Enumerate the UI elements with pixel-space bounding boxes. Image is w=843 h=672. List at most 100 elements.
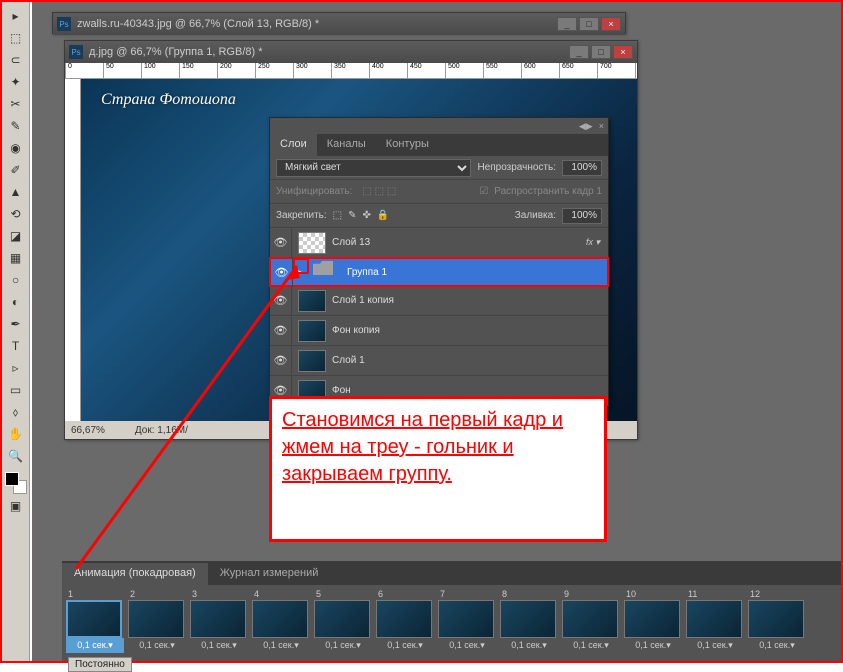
animation-frame[interactable]: 80,1 сек.▾ xyxy=(500,589,558,653)
loop-select[interactable]: Постоянно xyxy=(68,657,132,672)
frame-delay[interactable]: 0,1 сек.▾ xyxy=(438,638,496,653)
minimize-button[interactable]: _ xyxy=(569,45,589,59)
layer-name[interactable]: Фон xyxy=(332,385,608,396)
dodge-tool[interactable]: ◐ xyxy=(5,292,27,312)
lock-all-icon[interactable]: 🔒 xyxy=(377,210,389,221)
visibility-icon[interactable]: 👁 xyxy=(270,228,292,258)
frame-thumbnail[interactable] xyxy=(562,600,618,638)
animation-frame[interactable]: 110,1 сек.▾ xyxy=(686,589,744,653)
layer-row[interactable]: 👁 Слой 1 xyxy=(270,346,608,376)
layer-row[interactable]: 👁▸Группа 1 xyxy=(269,257,609,287)
lock-transparency-icon[interactable]: ⬚ xyxy=(333,210,342,221)
frame-thumbnail[interactable] xyxy=(438,600,494,638)
tab-paths[interactable]: Контуры xyxy=(376,134,439,156)
hand-tool[interactable]: ✋ xyxy=(5,424,27,444)
brush-tool[interactable]: ✐ xyxy=(5,160,27,180)
crop-tool[interactable]: ✂ xyxy=(5,94,27,114)
frame-delay[interactable]: 0,1 сек.▾ xyxy=(66,638,124,653)
frame-delay[interactable]: 0,1 сек.▾ xyxy=(190,638,248,653)
panel-collapse-icon[interactable]: ◀▶ xyxy=(579,121,593,132)
gradient-tool[interactable]: ▦ xyxy=(5,248,27,268)
layer-row[interactable]: 👁 Слой 13fx ▾ xyxy=(270,228,608,258)
pen-tool[interactable]: ✒ xyxy=(5,314,27,334)
frame-delay[interactable]: 0,1 сек.▾ xyxy=(314,638,372,653)
frame-thumbnail[interactable] xyxy=(376,600,432,638)
lasso-tool[interactable]: ⊂ xyxy=(5,50,27,70)
animation-frame[interactable]: 100,1 сек.▾ xyxy=(624,589,682,653)
folder-icon[interactable] xyxy=(313,261,341,283)
visibility-icon[interactable]: 👁 xyxy=(271,257,293,287)
layer-row[interactable]: 👁 Фон копия xyxy=(270,316,608,346)
animation-frame[interactable]: 70,1 сек.▾ xyxy=(438,589,496,653)
fx-icon[interactable]: fx ▾ xyxy=(586,237,608,248)
frame-delay[interactable]: 0,1 сек.▾ xyxy=(376,638,434,653)
animation-frame[interactable]: 40,1 сек.▾ xyxy=(252,589,310,653)
tab-measurement[interactable]: Журнал измерений xyxy=(208,563,331,585)
path-tool[interactable]: ▹ xyxy=(5,358,27,378)
quickmask-tool[interactable]: ▣ xyxy=(5,496,27,516)
fill-input[interactable] xyxy=(562,208,602,224)
frame-delay[interactable]: 0,1 сек.▾ xyxy=(252,638,310,653)
doc2-titlebar[interactable]: Ps д.jpg @ 66,7% (Группа 1, RGB/8) * _ □… xyxy=(65,41,637,63)
frame-delay[interactable]: 0,1 сек.▾ xyxy=(562,638,620,653)
animation-frame[interactable]: 120,1 сек.▾ xyxy=(748,589,806,653)
zoom-tool[interactable]: 🔍 xyxy=(5,446,27,466)
layer-thumbnail[interactable] xyxy=(298,320,326,342)
move-tool[interactable]: ▸ xyxy=(5,6,27,26)
tab-layers[interactable]: Слои xyxy=(270,134,317,156)
close-button[interactable]: × xyxy=(601,17,621,31)
blur-tool[interactable]: ○ xyxy=(5,270,27,290)
visibility-icon[interactable]: 👁 xyxy=(270,316,292,346)
shape-tool[interactable]: ▭ xyxy=(5,380,27,400)
animation-frame[interactable]: 20,1 сек.▾ xyxy=(128,589,186,653)
tab-animation[interactable]: Анимация (покадровая) xyxy=(62,563,208,585)
animation-frame[interactable]: 50,1 сек.▾ xyxy=(314,589,372,653)
eraser-tool[interactable]: ◪ xyxy=(5,226,27,246)
opacity-input[interactable] xyxy=(562,160,602,176)
layer-thumbnail[interactable] xyxy=(298,232,326,254)
stamp-tool[interactable]: ▲ xyxy=(5,182,27,202)
layer-name[interactable]: Слой 13 xyxy=(332,237,586,248)
unify-icon[interactable]: ⬚ ⬚ ⬚ xyxy=(362,186,396,197)
animation-frame[interactable]: 30,1 сек.▾ xyxy=(190,589,248,653)
frame-thumbnail[interactable] xyxy=(190,600,246,638)
history-tool[interactable]: ⟲ xyxy=(5,204,27,224)
wand-tool[interactable]: ✦ xyxy=(5,72,27,92)
color-swatches[interactable] xyxy=(5,472,27,494)
frame-thumbnail[interactable] xyxy=(686,600,742,638)
tab-channels[interactable]: Каналы xyxy=(317,134,376,156)
layer-row[interactable]: 👁 Слой 1 копия xyxy=(270,286,608,316)
minimize-button[interactable]: _ xyxy=(557,17,577,31)
layer-name[interactable]: Группа 1 xyxy=(347,267,607,278)
zoom-level[interactable]: 66,67% xyxy=(71,425,105,436)
eyedrop-tool[interactable]: ✎ xyxy=(5,116,27,136)
frame-delay[interactable]: 0,1 сек.▾ xyxy=(686,638,744,653)
frame-thumbnail[interactable] xyxy=(500,600,556,638)
layer-thumbnail[interactable] xyxy=(298,290,326,312)
frame-delay[interactable]: 0,1 сек.▾ xyxy=(748,638,806,653)
layer-name[interactable]: Слой 1 xyxy=(332,355,608,366)
frame-thumbnail[interactable] xyxy=(748,600,804,638)
layer-name[interactable]: Слой 1 копия xyxy=(332,295,608,306)
frame-thumbnail[interactable] xyxy=(66,600,122,638)
animation-frame[interactable]: 10,1 сек.▾ xyxy=(66,589,124,653)
frame-thumbnail[interactable] xyxy=(314,600,370,638)
doc1-titlebar[interactable]: Ps zwalls.ru-40343.jpg @ 66,7% (Слой 13,… xyxy=(53,13,625,35)
3d-tool[interactable]: ⬨ xyxy=(5,402,27,422)
animation-frame[interactable]: 60,1 сек.▾ xyxy=(376,589,434,653)
panel-close-icon[interactable]: × xyxy=(599,121,604,131)
frame-thumbnail[interactable] xyxy=(252,600,308,638)
blend-mode-select[interactable]: Мягкий свет xyxy=(276,159,471,177)
marquee-tool[interactable]: ⬚ xyxy=(5,28,27,48)
close-button[interactable]: × xyxy=(613,45,633,59)
frame-delay[interactable]: 0,1 сек.▾ xyxy=(128,638,186,653)
layer-thumbnail[interactable] xyxy=(298,350,326,372)
lock-position-icon[interactable]: ✜ xyxy=(363,210,371,221)
layer-name[interactable]: Фон копия xyxy=(332,325,608,336)
frame-thumbnail[interactable] xyxy=(624,600,680,638)
visibility-icon[interactable]: 👁 xyxy=(270,346,292,376)
frame-delay[interactable]: 0,1 сек.▾ xyxy=(624,638,682,653)
visibility-icon[interactable]: 👁 xyxy=(270,286,292,316)
lock-paint-icon[interactable]: ✎ xyxy=(348,210,356,221)
animation-frame[interactable]: 90,1 сек.▾ xyxy=(562,589,620,653)
